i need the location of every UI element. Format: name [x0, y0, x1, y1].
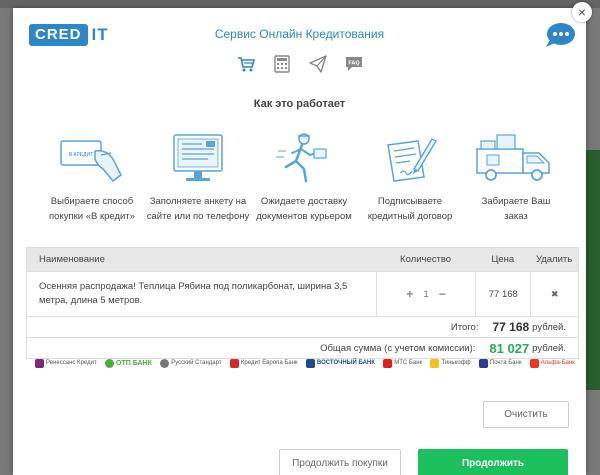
quantity-value: 1 — [423, 288, 429, 300]
total-unit: рублей. — [532, 321, 566, 333]
step-text-line: Подписываете — [377, 196, 443, 207]
bank-mark-icon — [430, 358, 440, 368]
paper-plane-icon[interactable] — [308, 55, 327, 73]
step-text-line: Забираете Ваш — [481, 196, 551, 207]
modal-title: Сервис Онлайн Кредитования — [214, 27, 385, 41]
step-text-line: Заполняете анкету на — [149, 196, 247, 207]
total-row: Итого: 77 168 рублей. — [26, 317, 579, 338]
bank-logo: Тинькофф — [430, 354, 471, 372]
faq-icon[interactable]: FAQ — [345, 55, 363, 73]
table-row: Осенняя распродажа! Теплица Рябина под п… — [26, 272, 579, 317]
step-text-line: сайте или по телефону — [146, 211, 250, 222]
decrease-button[interactable]: − — [439, 287, 446, 301]
bank-name: ВОСТОЧНЫЙ БАНК — [316, 360, 375, 366]
price-value: 77 168 — [475, 272, 530, 316]
bank-mark-icon — [305, 358, 315, 368]
total-label: Итого: — [450, 321, 479, 333]
product-name-line: метра, длина 5 метров. — [39, 295, 143, 306]
bank-logo: Почта Банк — [478, 354, 522, 372]
total-value: 77 168 — [492, 320, 530, 334]
step-text-line: документов курьером — [256, 211, 352, 222]
calculator-icon[interactable] — [273, 55, 291, 73]
bank-name: Почта Банк — [489, 360, 522, 366]
bank-name: Тинькофф — [441, 360, 471, 366]
bank-name: ОТП БАНК — [116, 359, 152, 367]
header-quantity: Количество — [400, 254, 452, 265]
continue-shopping-button[interactable]: Продолжить покупки — [279, 449, 401, 475]
cart-icon[interactable] — [237, 55, 255, 73]
bank-logo: Русский Стандарт — [160, 354, 222, 372]
tab-icons: FAQ — [13, 55, 586, 73]
step-text-line: покупки «В кредит» — [49, 211, 135, 222]
bank-mark-icon — [383, 358, 393, 368]
step-text-line: Ожидаете доставку — [260, 196, 348, 207]
signing-document-icon — [380, 130, 440, 188]
bank-name: Альфа-Банк — [540, 360, 575, 366]
bank-logo: Кредит Европа Банк — [229, 354, 298, 372]
product-name: Осенняя распродажа! Теплица Рябина под п… — [27, 280, 376, 308]
bank-name: Кредит Европа Банк — [240, 360, 298, 366]
monitor-form-icon — [168, 130, 228, 188]
bank-mark-icon — [105, 358, 115, 368]
bank-name: Ренессанс Кредит — [46, 360, 97, 366]
close-button[interactable]: × — [572, 2, 592, 22]
step-text-line: кредитный договор — [367, 211, 453, 222]
bank-logo: Альфа-Банк — [529, 354, 575, 372]
grand-total-label: Общая сумма (с учетом комиссии): — [320, 342, 476, 354]
bank-name: МТС Банк — [394, 360, 423, 366]
clear-button[interactable]: Очистить — [483, 401, 569, 428]
card-hand-icon: В КРЕДИТ — [57, 130, 127, 188]
step-text-line: заказ — [504, 211, 528, 222]
bank-logo: ВОСТОЧНЫЙ БАНК — [305, 354, 375, 372]
bank-mark-icon — [229, 358, 239, 368]
step-fill-form: Заполняете анкету на сайте или по телефо… — [145, 130, 251, 224]
bank-logo: МТС Банк — [383, 354, 422, 372]
bank-logo: ОТП БАНК — [105, 354, 152, 372]
bank-name: Русский Стандарт — [171, 360, 222, 366]
step-courier: Ожидаете доставку документов курьером — [251, 130, 357, 224]
partner-banks: Ренессанс Кредит ОТП БАНК Русский Станда… — [35, 354, 575, 372]
grand-total-unit: рублей. — [532, 342, 566, 354]
credit-modal: × CRED IT Сервис Онлайн Кредитования FAQ… — [13, 2, 592, 475]
bank-logo: Ренессанс Кредит — [35, 354, 97, 372]
step-sign-contract: Подписываете кредитный договор — [357, 130, 463, 224]
delete-item-button[interactable]: ✖ — [530, 272, 578, 316]
card-badge: В КРЕДИТ — [69, 152, 93, 158]
step-text-line: Выбираете способ — [50, 196, 134, 207]
cart-header-row: Наименование Количество Цена Удалить — [26, 247, 579, 272]
increase-button[interactable]: + — [406, 287, 413, 301]
cart-table: Наименование Количество Цена Удалить Осе… — [26, 247, 579, 359]
header-name: Наименование — [39, 254, 105, 265]
header-delete: Удалить — [535, 254, 573, 265]
quantity-stepper: + 1 − — [375, 272, 476, 316]
delete-icon[interactable]: ✖ — [551, 289, 559, 300]
delivery-truck-icon — [473, 130, 559, 188]
step-choose-credit: В КРЕДИТ Выбираете способ покупки «В кре… — [39, 130, 145, 224]
step-receive-order: Забираете Ваш заказ — [463, 130, 569, 224]
bank-mark-icon — [160, 358, 170, 368]
bank-mark-icon — [529, 358, 539, 368]
chat-icon[interactable] — [544, 22, 576, 48]
courier-icon — [274, 130, 334, 188]
faq-label: FAQ — [348, 61, 360, 67]
product-name-line: Осенняя распродажа! Теплица Рябина под п… — [39, 281, 348, 292]
continue-button[interactable]: Продолжить — [418, 449, 568, 475]
header-price: Цена — [491, 254, 515, 265]
bank-mark-icon — [478, 358, 488, 368]
how-it-works-title: Как это работает — [253, 98, 346, 110]
how-it-works-steps: В КРЕДИТ Выбираете способ покупки «В кре… — [39, 130, 569, 224]
bank-mark-icon — [35, 358, 44, 368]
